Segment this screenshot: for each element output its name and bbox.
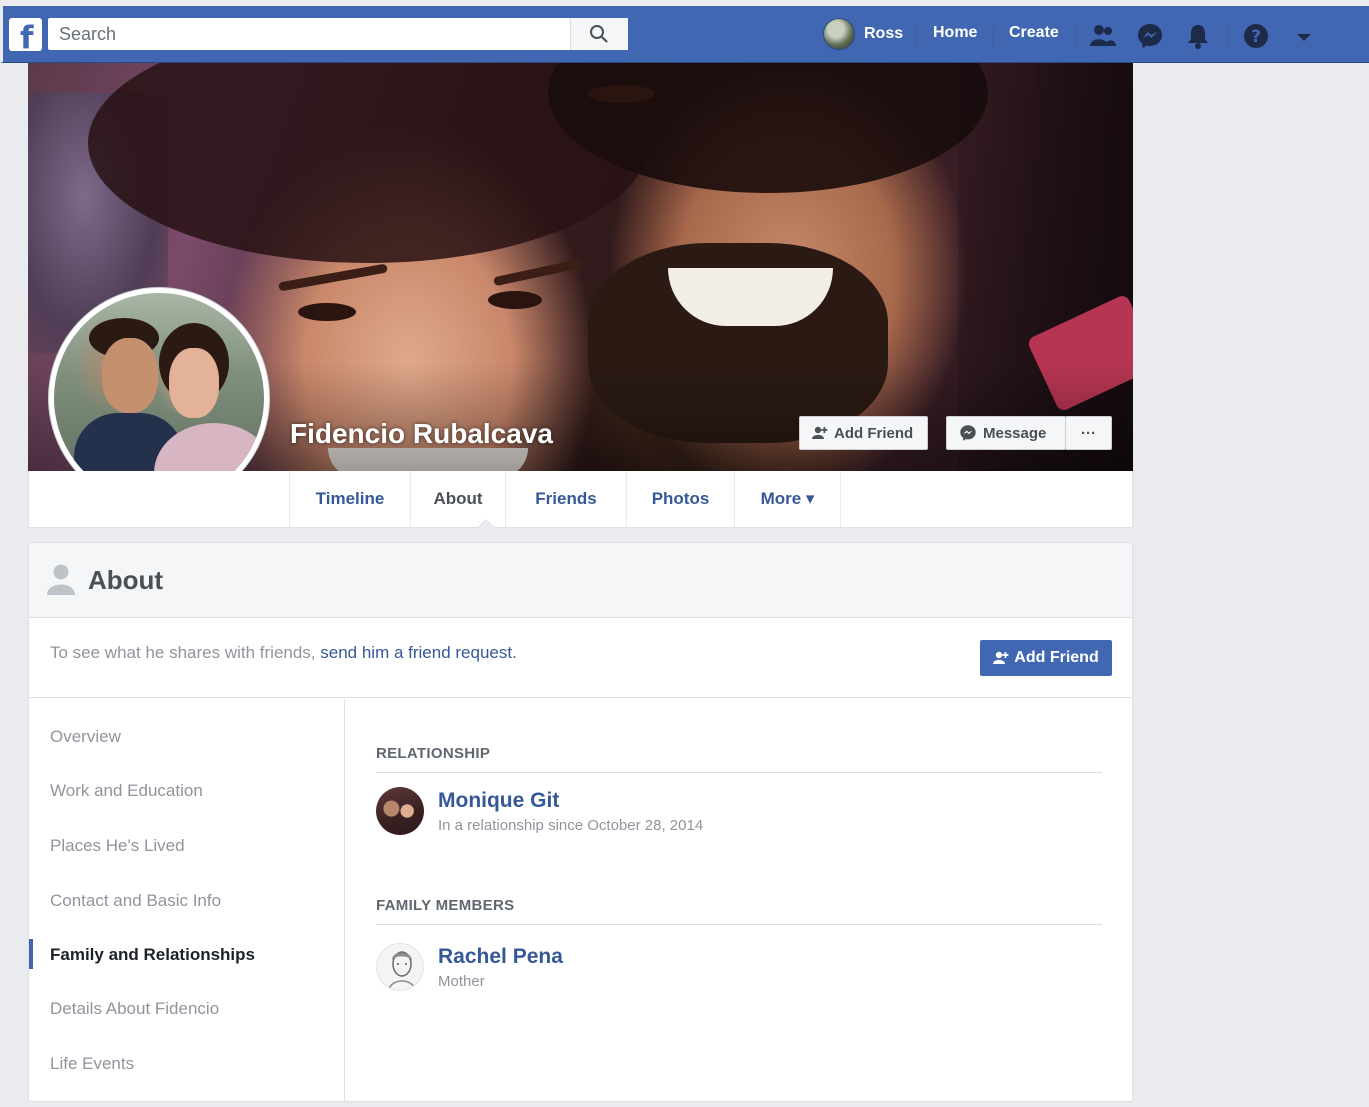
messenger-icon (960, 425, 976, 441)
active-tab-indicator (477, 519, 495, 528)
about-title: About (88, 565, 164, 595)
side-nav-active-indicator (29, 939, 33, 969)
nav-user-profile-link[interactable]: Ross (823, 18, 903, 50)
relationship-section-header: RELATIONSHIP (376, 745, 1102, 773)
nav-home-link[interactable]: Home (933, 24, 977, 42)
more-options-icon: ··· (1081, 424, 1096, 442)
person-icon (47, 564, 75, 595)
side-nav-contact-info[interactable]: Contact and Basic Info (50, 891, 221, 911)
cover-eye (588, 85, 654, 103)
add-friend-icon (812, 426, 828, 439)
side-nav-family-relationships[interactable]: Family and Relationships (50, 945, 255, 965)
tab-timeline[interactable]: Timeline (289, 471, 410, 527)
friend-request-notice: To see what he shares with friends, send… (29, 619, 1132, 698)
friends-requests-icon[interactable] (1089, 22, 1117, 50)
cover-eye (298, 303, 356, 321)
add-friend-primary-button[interactable]: Add Friend (980, 640, 1112, 676)
family-member-relation: Mother (438, 973, 485, 990)
nav-create-link[interactable]: Create (1009, 24, 1059, 42)
side-nav-places-lived[interactable]: Places He's Lived (50, 836, 185, 856)
top-navigation-bar: f Ross Home Create ? (0, 0, 1369, 63)
friend-request-notice-text: To see what he shares with friends, send… (50, 643, 517, 663)
svg-text:?: ? (1251, 27, 1261, 47)
family-member-name-link[interactable]: Rachel Pena (438, 945, 563, 969)
cover-brow (278, 263, 388, 292)
profile-tab-bar: Timeline About Friends Photos More ▾ (28, 471, 1133, 528)
add-friend-primary-label: Add Friend (1014, 649, 1099, 666)
tab-more[interactable]: More ▾ (734, 471, 841, 527)
nav-separator (1228, 28, 1229, 48)
about-header: About (29, 543, 1132, 618)
cover-brow (493, 258, 583, 287)
about-side-nav: Overview Work and Education Places He's … (29, 699, 345, 1101)
add-friend-button[interactable]: Add Friend (799, 416, 928, 450)
nav-user-name: Ross (864, 25, 904, 42)
family-relationships-content: RELATIONSHIP Monique Git In a relationsh… (376, 699, 1102, 1101)
message-button[interactable]: Message (946, 416, 1066, 450)
tab-friends[interactable]: Friends (505, 471, 626, 527)
nav-separator (1076, 28, 1077, 48)
search-button[interactable] (570, 18, 628, 50)
side-nav-overview[interactable]: Overview (50, 727, 121, 747)
family-section-header: FAMILY MEMBERS (376, 897, 1102, 925)
user-avatar (823, 18, 855, 50)
message-label: Message (983, 424, 1047, 442)
more-options-button[interactable]: ··· (1065, 416, 1112, 450)
about-card: About To see what he shares with friends… (28, 542, 1133, 1102)
side-nav-work-education[interactable]: Work and Education (50, 781, 203, 801)
nav-separator (993, 28, 994, 48)
send-friend-request-link[interactable]: send him a friend request. (320, 643, 517, 662)
relationship-name-link[interactable]: Monique Git (438, 789, 559, 813)
facebook-logo-icon[interactable]: f (9, 18, 42, 51)
portrait-sketch-icon (388, 951, 416, 990)
tab-photos[interactable]: Photos (626, 471, 734, 527)
notice-text: To see what he shares with friends, (50, 643, 321, 662)
nav-separator (916, 28, 917, 48)
relationship-avatar[interactable] (376, 787, 424, 835)
cover-eye (488, 291, 542, 309)
side-nav-details[interactable]: Details About Fidencio (50, 999, 219, 1019)
messenger-icon[interactable] (1136, 22, 1164, 50)
notifications-icon[interactable] (1184, 22, 1212, 50)
account-menu-caret-icon[interactable] (1290, 22, 1318, 50)
help-icon[interactable]: ? (1242, 22, 1270, 50)
add-friend-label: Add Friend (834, 424, 914, 442)
search-box (48, 18, 628, 50)
search-input[interactable] (48, 18, 570, 50)
profile-name[interactable]: Fidencio Rubalcava (290, 418, 553, 450)
add-friend-icon (993, 651, 1009, 664)
family-member-avatar[interactable] (376, 943, 424, 991)
side-nav-life-events[interactable]: Life Events (50, 1054, 134, 1074)
relationship-detail: In a relationship since October 28, 2014 (438, 817, 704, 834)
search-icon (590, 25, 608, 43)
